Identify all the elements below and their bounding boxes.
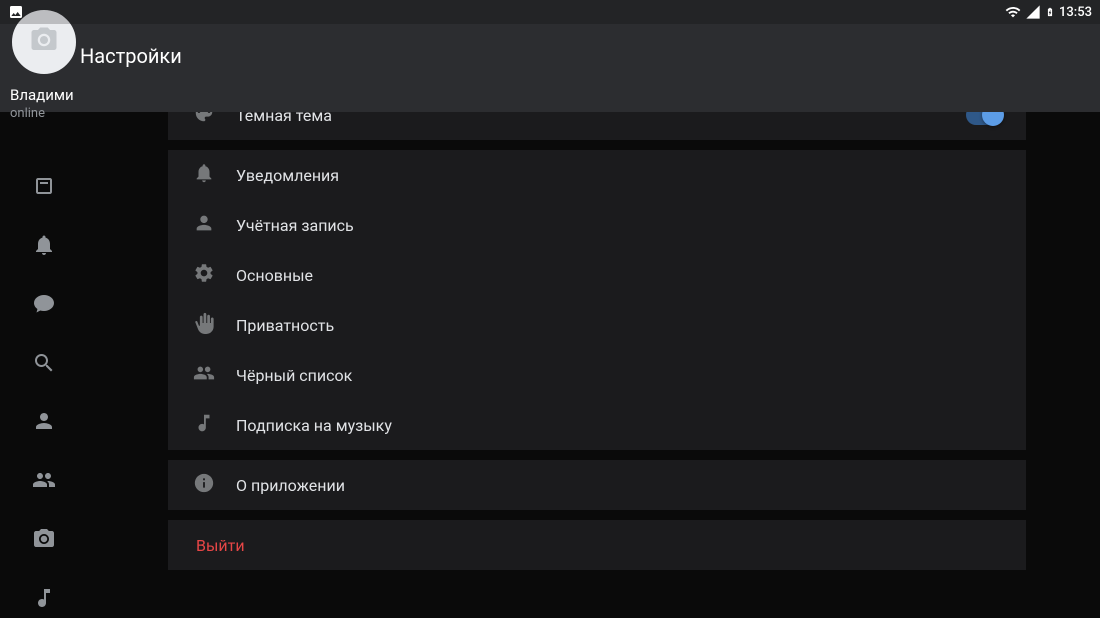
row-notifications[interactable]: Уведомления [168,150,1026,200]
nav-photos[interactable] [22,523,66,560]
person-row-icon [193,212,215,238]
chat-icon [32,292,56,320]
nav-rail [0,112,88,618]
people-icon [32,468,56,496]
screenshot-icon [8,4,24,20]
feed-icon [32,174,56,202]
row-account[interactable]: Учётная запись [168,200,1026,250]
row-about[interactable]: О приложении [168,460,1026,510]
general-label: Основные [236,266,1002,285]
wifi-icon [1005,4,1021,20]
signal-icon [1025,4,1041,20]
page-title: Настройки [80,44,182,68]
nav-profile[interactable] [22,405,66,442]
privacy-label: Приватность [236,316,1002,335]
status-bar: 13:53 [0,0,1100,24]
profile-status: online [10,106,78,121]
row-general[interactable]: Основные [168,250,1026,300]
nav-feed[interactable] [22,170,66,207]
blacklist-label: Чёрный список [236,366,1002,385]
notifications-label: Уведомления [236,166,1002,185]
settings-main: Тёмная тема Уведомления Учётная запись О… [168,90,1026,618]
battery-charging-icon [1045,4,1055,20]
row-blacklist[interactable]: Чёрный список [168,350,1026,400]
people-row-icon [193,362,215,388]
nav-search[interactable] [22,346,66,383]
gear-icon [193,262,215,288]
nav-notifications[interactable] [22,229,66,266]
profile-block[interactable]: Владими online [10,8,78,121]
info-icon [193,472,215,498]
group-about: О приложении [168,460,1026,510]
account-label: Учётная запись [236,216,1002,235]
hand-icon [193,312,215,338]
about-label: О приложении [236,476,1002,495]
music-nav-icon [32,586,56,614]
music-sub-label: Подписка на музыку [236,416,1002,435]
bell-row-icon [193,162,215,188]
group-logout: Выйти [168,520,1026,570]
nav-messages[interactable] [22,288,66,325]
music-row-icon [193,412,215,438]
logout-label: Выйти [192,536,1002,555]
profile-name: Владими [10,86,78,104]
clock: 13:53 [1059,5,1092,20]
row-logout[interactable]: Выйти [168,520,1026,570]
row-privacy[interactable]: Приватность [168,300,1026,350]
camera-nav-icon [32,527,56,555]
nav-music[interactable] [22,581,66,618]
row-music-sub[interactable]: Подписка на музыку [168,400,1026,450]
search-icon [32,351,56,379]
group-main: Уведомления Учётная запись Основные Прив… [168,150,1026,450]
camera-icon [29,25,59,59]
person-icon [32,409,56,437]
bell-icon [32,233,56,261]
nav-friends[interactable] [22,464,66,501]
